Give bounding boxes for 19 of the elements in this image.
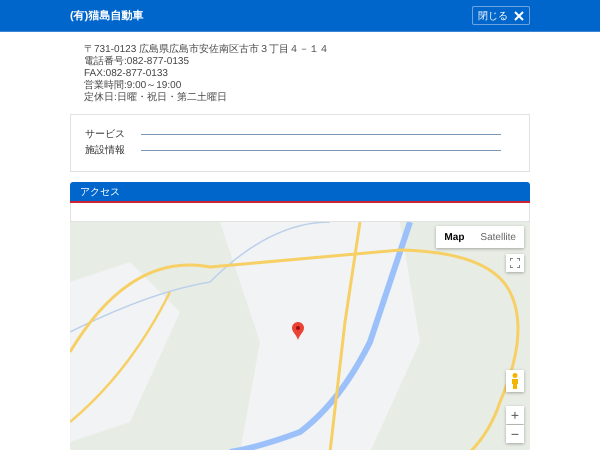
detail-label: 施設情報 (85, 144, 126, 157)
page-title: (有)猫島自動車 (70, 8, 144, 23)
detail-label: サービス (85, 128, 126, 141)
info-line: 電話番号:082-877-0135 (84, 56, 190, 68)
map-type-tab[interactable]: Satellite (472, 226, 524, 248)
info-line: 〒731-0123 広島県広島市安佐南区古市３丁目４－１４ (84, 44, 330, 56)
fullscreen-button[interactable] (506, 254, 524, 272)
info-line: 定休日:日曜・祝日・第二土曜日 (84, 92, 228, 104)
close-button[interactable]: 閉じる (472, 6, 530, 25)
map-type-tab[interactable]: Map (436, 226, 472, 248)
person-icon (511, 373, 519, 389)
map-pin-icon (292, 322, 304, 340)
fullscreen-icon (510, 258, 520, 268)
info-line: FAX:082-877-0133 (84, 68, 169, 80)
zoom-in-button[interactable]: + (506, 406, 524, 424)
zoom-out-button[interactable]: − (506, 425, 524, 443)
close-icon (514, 10, 524, 20)
info-line: 営業時間:9:00～19:00 (84, 80, 182, 92)
section-title: アクセス (80, 186, 120, 198)
